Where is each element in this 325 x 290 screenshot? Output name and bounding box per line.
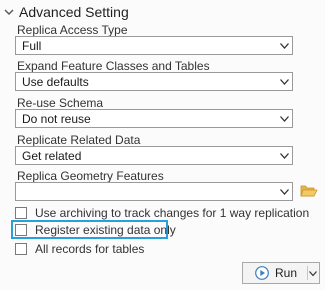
checkbox-label: Register existing data only: [35, 223, 176, 237]
section-title: Advanced Setting: [19, 4, 129, 20]
select-value: Do not reuse: [22, 111, 91, 126]
replica-geometry-features-select[interactable]: [15, 182, 293, 201]
checkbox-label: Use archiving to track changes for 1 way…: [35, 206, 310, 220]
run-options-dropdown-icon[interactable]: [308, 270, 319, 276]
all-records-checkbox[interactable]: [15, 243, 27, 255]
advanced-setting-panel: Advanced Setting Replica Access Type Ful…: [0, 0, 325, 290]
replica-access-type-label: Replica Access Type: [17, 23, 128, 37]
checkbox-label: All records for tables: [35, 242, 145, 256]
select-value: Use defaults: [22, 74, 89, 89]
select-value: Get related: [22, 148, 82, 163]
reuse-schema-label: Re-use Schema: [17, 96, 104, 110]
register-existing-data-checkbox-row[interactable]: Register existing data only: [15, 221, 176, 239]
use-archiving-checkbox[interactable]: [15, 207, 27, 219]
dropdown-arrow-icon: [276, 42, 292, 49]
all-records-checkbox-row[interactable]: All records for tables: [15, 240, 144, 258]
dropdown-arrow-icon: [276, 115, 292, 122]
run-button[interactable]: Run: [242, 262, 320, 284]
dropdown-arrow-icon: [276, 188, 292, 195]
select-value: Full: [22, 38, 42, 53]
expand-feature-classes-select[interactable]: Use defaults: [15, 72, 293, 91]
chevron-down-icon: [4, 7, 14, 17]
advanced-setting-header[interactable]: Advanced Setting: [4, 2, 129, 22]
dropdown-arrow-icon: [276, 78, 292, 85]
play-icon: [255, 266, 269, 280]
run-button-label: Run: [275, 266, 298, 280]
replicate-related-data-label: Replicate Related Data: [17, 133, 141, 147]
reuse-schema-select[interactable]: Do not reuse: [15, 109, 293, 128]
replica-geometry-features-label: Replica Geometry Features: [17, 169, 164, 183]
replicate-related-data-select[interactable]: Get related: [15, 146, 293, 165]
replica-access-type-select[interactable]: Full: [15, 36, 293, 55]
register-existing-data-checkbox[interactable]: [15, 224, 27, 236]
expand-feature-classes-label: Expand Feature Classes and Tables: [17, 59, 210, 73]
dropdown-arrow-icon: [276, 152, 292, 159]
browse-folder-icon[interactable]: [300, 183, 318, 198]
